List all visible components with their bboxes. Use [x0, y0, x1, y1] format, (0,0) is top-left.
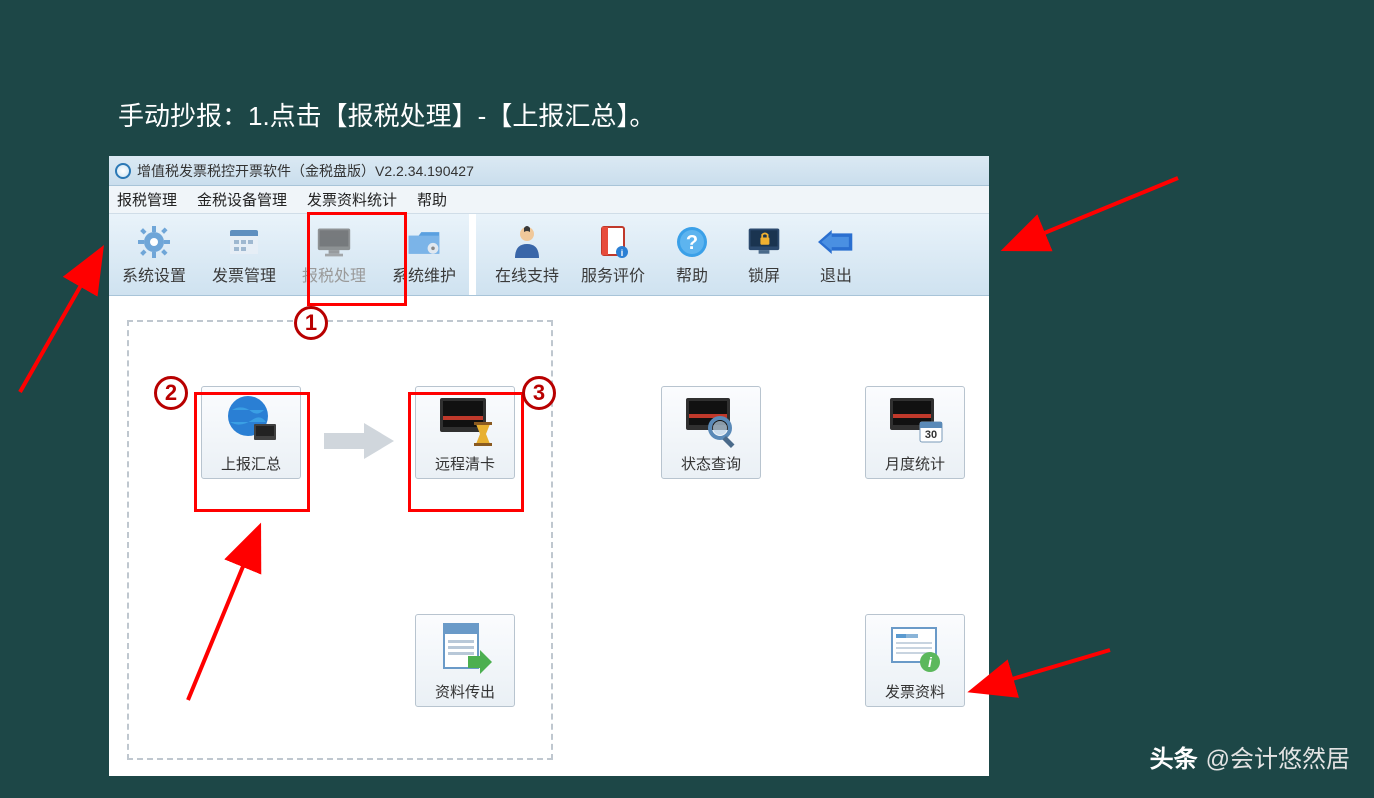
monitor-calendar-icon: 30	[885, 393, 945, 449]
label: 资料传出	[435, 681, 495, 702]
toolbar-right: 在线支持 i 服务评价 ? 帮助 锁屏	[476, 214, 989, 295]
watermark-logo: 头条	[1150, 739, 1198, 774]
marker-2: 2	[154, 376, 188, 410]
app-icon	[115, 163, 131, 179]
exit-button[interactable]: 退出	[800, 214, 872, 295]
label: 锁屏	[748, 262, 780, 286]
document-export-icon	[435, 621, 495, 677]
label: 帮助	[676, 262, 708, 286]
highlight-box-3	[408, 392, 524, 512]
label: 发票资料	[885, 681, 945, 702]
content-area: 上报汇总 远程清卡 状态查询 30 月度统计	[109, 296, 989, 776]
instruction-text: 手动抄报：1.点击【报税处理】-【上报汇总】。	[118, 96, 655, 133]
calendar-icon	[226, 224, 262, 260]
toolbar-left: 系统设置 发票管理 报税处理 系统维护	[109, 214, 469, 295]
folder-gear-icon	[406, 224, 442, 260]
titlebar: 增值税发票税控开票软件（金税盘版）V2.2.34.190427	[109, 156, 989, 186]
online-support-button[interactable]: 在线支持	[484, 214, 570, 295]
system-settings-button[interactable]: 系统设置	[109, 214, 199, 295]
annotation-arrow-top-right	[988, 168, 1188, 268]
label: 在线支持	[495, 262, 559, 286]
invoice-mgmt-button[interactable]: 发票管理	[199, 214, 289, 295]
monitor-search-icon	[681, 393, 741, 449]
label: 月度统计	[885, 453, 945, 474]
lock-monitor-icon	[746, 224, 782, 260]
notebook-icon: i	[595, 224, 631, 260]
marker-1: 1	[294, 306, 328, 340]
highlight-box-2	[194, 392, 310, 512]
svg-text:?: ?	[686, 232, 698, 254]
watermark: 头条 @会计悠然居	[1150, 739, 1350, 774]
flow-arrow-icon	[319, 421, 399, 466]
invoice-info-tile[interactable]: i 发票资料	[865, 614, 965, 707]
menubar: 报税管理 金税设备管理 发票资料统计 帮助	[109, 186, 989, 214]
invoice-info-icon: i	[885, 621, 945, 677]
label: 退出	[820, 262, 852, 286]
label: 发票管理	[212, 262, 276, 286]
monthly-stats-tile[interactable]: 30 月度统计	[865, 386, 965, 479]
highlight-box-1	[307, 212, 407, 306]
watermark-text: @会计悠然居	[1206, 739, 1350, 774]
help-icon: ?	[674, 224, 710, 260]
person-icon	[509, 224, 545, 260]
lock-screen-button[interactable]: 锁屏	[728, 214, 800, 295]
toolbar-separator	[469, 214, 476, 295]
svg-text:i: i	[621, 248, 624, 258]
menu-tax-mgmt[interactable]: 报税管理	[117, 189, 177, 210]
menu-help[interactable]: 帮助	[417, 189, 447, 210]
window-title: 增值税发票税控开票软件（金税盘版）V2.2.34.190427	[137, 161, 474, 181]
toolbar: 系统设置 发票管理 报税处理 系统维护	[109, 214, 989, 296]
gear-icon	[136, 224, 172, 260]
label: 状态查询	[681, 453, 741, 474]
label: 服务评价	[581, 262, 645, 286]
service-rating-button[interactable]: i 服务评价	[570, 214, 656, 295]
data-export-tile[interactable]: 资料传出	[415, 614, 515, 707]
label: 系统设置	[122, 262, 186, 286]
svg-text:30: 30	[925, 429, 937, 441]
status-query-tile[interactable]: 状态查询	[661, 386, 761, 479]
marker-3: 3	[522, 376, 556, 410]
help-button[interactable]: ? 帮助	[656, 214, 728, 295]
menu-device-mgmt[interactable]: 金税设备管理	[197, 189, 287, 210]
menu-invoice-stats[interactable]: 发票资料统计	[307, 189, 397, 210]
exit-arrow-icon	[818, 224, 854, 260]
